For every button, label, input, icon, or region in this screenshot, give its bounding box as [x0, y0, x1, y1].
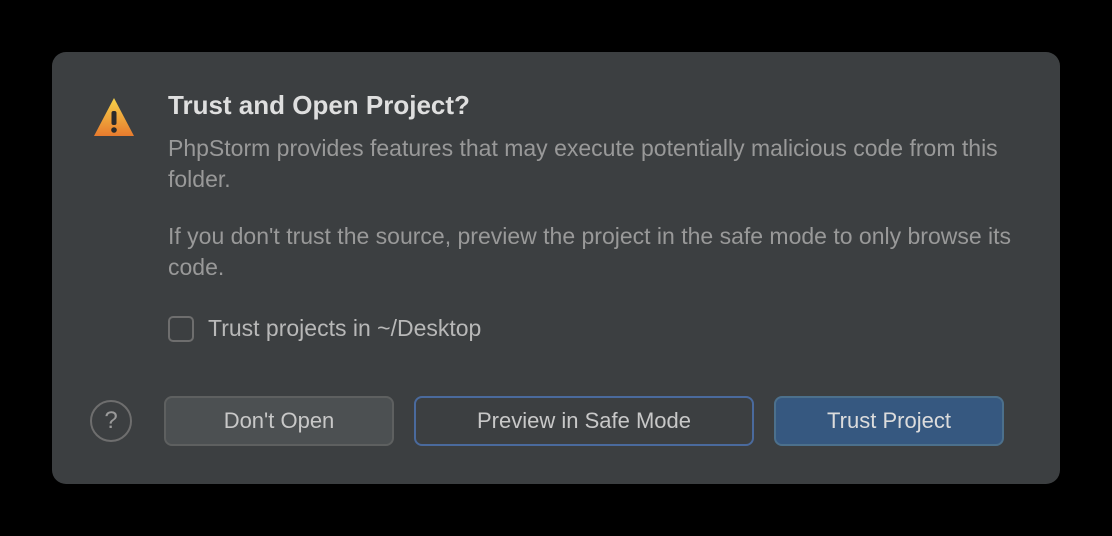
trust-folder-checkbox-row[interactable]: Trust projects in ~/Desktop [168, 315, 1012, 342]
dialog-bottom-row: ? Don't Open Preview in Safe Mode Trust … [90, 396, 1012, 446]
dialog-content: Trust and Open Project? PhpStorm provide… [168, 90, 1012, 342]
help-icon[interactable]: ? [90, 400, 132, 442]
trust-folder-checkbox[interactable] [168, 316, 194, 342]
warning-icon [90, 94, 138, 147]
trust-folder-checkbox-label[interactable]: Trust projects in ~/Desktop [208, 315, 481, 342]
dialog-buttons: Don't Open Preview in Safe Mode Trust Pr… [164, 396, 1012, 446]
trust-project-button[interactable]: Trust Project [774, 396, 1004, 446]
preview-safe-mode-button[interactable]: Preview in Safe Mode [414, 396, 754, 446]
dont-open-button[interactable]: Don't Open [164, 396, 394, 446]
dialog-top-row: Trust and Open Project? PhpStorm provide… [90, 90, 1012, 342]
dialog-paragraph-2: If you don't trust the source, preview t… [168, 221, 1012, 283]
dialog-title: Trust and Open Project? [168, 90, 1012, 121]
dialog-paragraph-1: PhpStorm provides features that may exec… [168, 133, 1012, 195]
trust-project-dialog: Trust and Open Project? PhpStorm provide… [52, 52, 1060, 484]
